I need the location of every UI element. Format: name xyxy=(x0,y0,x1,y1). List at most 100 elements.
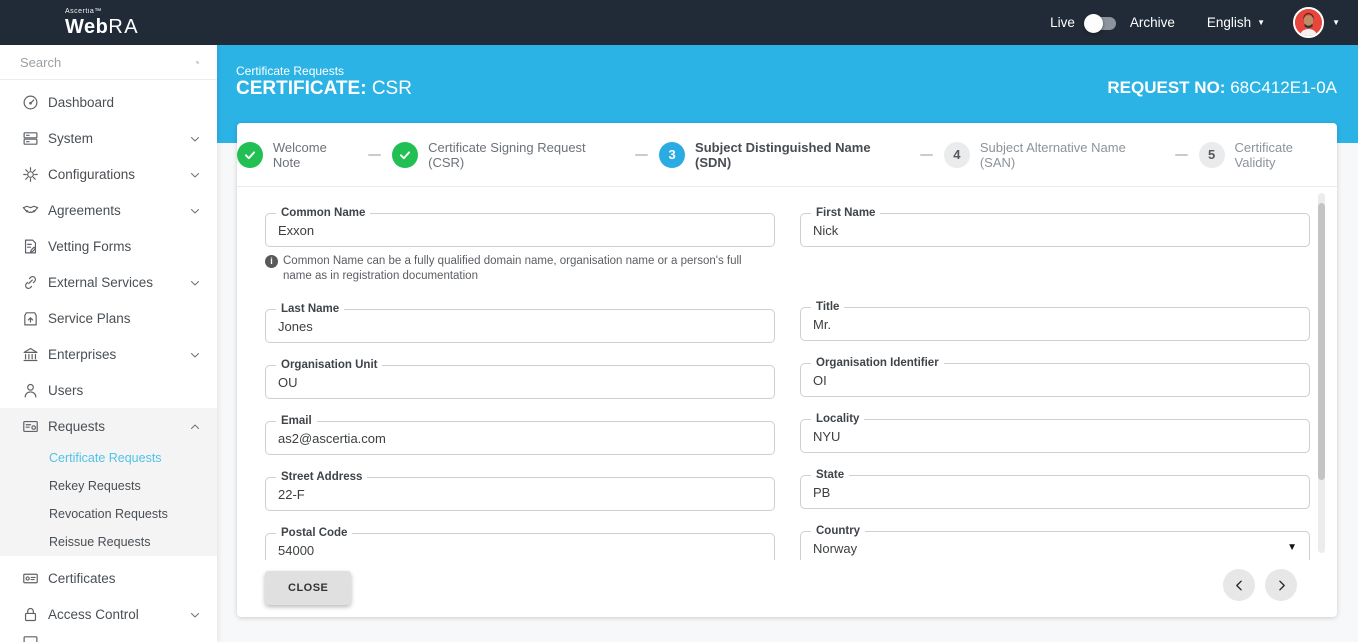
field-label: Email xyxy=(276,414,317,428)
field-label: Street Address xyxy=(276,470,367,484)
sidebar-item-clipped xyxy=(0,634,217,642)
sidebar-item-label: Agreements xyxy=(48,203,121,218)
country-input[interactable] xyxy=(801,532,1309,560)
step-csr[interactable]: Certificate Signing Request (CSR) xyxy=(392,140,624,170)
step-label: Welcome Note xyxy=(273,140,358,170)
sidebar-item-label: Access Control xyxy=(48,607,139,622)
organisation-unit-field[interactable]: Organisation Unit xyxy=(265,365,775,399)
locality-field[interactable]: Locality xyxy=(800,419,1310,453)
sidebar-item-users[interactable]: Users xyxy=(0,372,217,408)
sidebar-item-requests[interactable]: Requests xyxy=(0,408,217,444)
step-welcome-note[interactable]: Welcome Note xyxy=(237,140,357,170)
field-label: First Name xyxy=(811,206,880,220)
sidebar-item-external-services[interactable]: External Services xyxy=(0,264,217,300)
email-input[interactable] xyxy=(266,422,774,454)
common-name-field[interactable]: Common Name xyxy=(265,213,775,247)
avatar-illustration xyxy=(1295,9,1322,36)
user-menu[interactable]: ▼ xyxy=(1293,7,1340,38)
sidebar-item-enterprises[interactable]: Enterprises xyxy=(0,336,217,372)
page-title-value: CSR xyxy=(372,78,412,99)
chevron-left-icon xyxy=(1233,579,1246,592)
toggle-knob[interactable] xyxy=(1084,14,1103,33)
organisation-identifier-field[interactable]: Organisation Identifier xyxy=(800,363,1310,397)
sidebar-item-label: Configurations xyxy=(48,167,135,182)
lock-icon xyxy=(22,606,39,623)
sidebar-item-label: Enterprises xyxy=(48,347,116,362)
sidebar-item-service-plans[interactable]: Service Plans xyxy=(0,300,217,336)
sidebar: Dashboard System Configurations Agreemen… xyxy=(0,45,217,642)
email-field[interactable]: Email xyxy=(265,421,775,455)
last-name-field[interactable]: Last Name xyxy=(265,309,775,343)
request-number-value: 68C412E1-0A xyxy=(1230,78,1337,97)
step-number: 3 xyxy=(659,142,685,168)
search-input[interactable] xyxy=(20,55,196,70)
sidebar-item-configurations[interactable]: Configurations xyxy=(0,156,217,192)
step-validity[interactable]: 5 Certificate Validity xyxy=(1199,140,1337,170)
title-input[interactable] xyxy=(801,308,1309,340)
sidebar-nav: Dashboard System Configurations Agreemen… xyxy=(0,80,217,632)
sidebar-item-vetting-forms[interactable]: Vetting Forms xyxy=(0,228,217,264)
field-label: Title xyxy=(811,300,844,314)
first-name-field[interactable]: First Name xyxy=(800,213,1310,247)
sidebar-item-dashboard[interactable]: Dashboard xyxy=(0,84,217,120)
live-archive-toggle[interactable] xyxy=(1084,13,1118,33)
sidebar-subitem-certificate-requests[interactable]: Certificate Requests xyxy=(0,444,217,472)
requests-group: Requests Certificate Requests Rekey Requ… xyxy=(0,408,217,556)
sidebar-item-system[interactable]: System xyxy=(0,120,217,156)
step-connector xyxy=(920,154,933,156)
document-icon xyxy=(22,238,39,255)
sidebar-search[interactable] xyxy=(0,45,217,80)
link-icon xyxy=(22,274,39,291)
subitem-label: Revocation Requests xyxy=(49,507,168,521)
page-title: CERTIFICATE: CSR xyxy=(236,78,412,100)
step-san[interactable]: 4 Subject Alternative Name (SAN) xyxy=(944,140,1164,170)
step-connector xyxy=(635,154,648,156)
language-dropdown[interactable]: English ▼ xyxy=(1207,15,1265,30)
subitem-label: Certificate Requests xyxy=(49,451,162,465)
field-label: Common Name xyxy=(276,206,370,220)
sidebar-item-label: System xyxy=(48,131,93,146)
info-icon: i xyxy=(265,255,278,268)
close-button[interactable]: CLOSE xyxy=(265,571,351,605)
chevron-up-icon xyxy=(189,420,201,432)
subitem-label: Rekey Requests xyxy=(49,479,141,493)
sidebar-item-label: Dashboard xyxy=(48,95,114,110)
brand-ascertia: Ascertia™ xyxy=(65,8,139,15)
postal-code-field[interactable]: Postal Code xyxy=(265,533,775,560)
sidebar-item-access-control[interactable]: Access Control xyxy=(0,596,217,632)
sidebar-subitem-revocation-requests[interactable]: Revocation Requests xyxy=(0,500,217,528)
country-select[interactable]: Country ▼ xyxy=(800,531,1310,560)
chevron-down-icon: ▼ xyxy=(1332,19,1340,27)
locality-input[interactable] xyxy=(801,420,1309,452)
title-field[interactable]: Title xyxy=(800,307,1310,341)
certificate-icon xyxy=(22,570,39,587)
sidebar-item-label: Users xyxy=(48,383,83,398)
live-label: Live xyxy=(1050,15,1075,30)
state-field[interactable]: State xyxy=(800,475,1310,509)
state-input[interactable] xyxy=(801,476,1309,508)
subitem-label: Reissue Requests xyxy=(49,535,150,549)
wizard-stepper: Welcome Note Certificate Signing Request… xyxy=(237,123,1337,187)
sidebar-subitem-reissue-requests[interactable]: Reissue Requests xyxy=(0,528,217,556)
scrollbar-thumb[interactable] xyxy=(1318,203,1325,480)
street-address-field[interactable]: Street Address xyxy=(265,477,775,511)
step-sdn[interactable]: 3 Subject Distinguished Name (SDN) xyxy=(659,140,909,170)
field-label: Locality xyxy=(811,412,864,426)
next-step-button[interactable] xyxy=(1265,569,1297,601)
request-number: REQUEST NO: 68C412E1-0A xyxy=(1107,78,1337,98)
sidebar-item-label: Vetting Forms xyxy=(48,239,131,254)
previous-step-button[interactable] xyxy=(1223,569,1255,601)
sidebar-item-certificates[interactable]: Certificates xyxy=(0,560,217,596)
page-title-label: CERTIFICATE: xyxy=(236,78,367,99)
sidebar-item-label: External Services xyxy=(48,275,153,290)
sidebar-subitem-rekey-requests[interactable]: Rekey Requests xyxy=(0,472,217,500)
sidebar-item-agreements[interactable]: Agreements xyxy=(0,192,217,228)
archive-label: Archive xyxy=(1130,15,1175,30)
language-value: English xyxy=(1207,15,1251,30)
chevron-down-icon xyxy=(189,276,201,288)
common-name-hint: i Common Name can be a fully qualified d… xyxy=(265,254,765,284)
search-icon[interactable] xyxy=(196,55,199,70)
avatar[interactable] xyxy=(1293,7,1324,38)
chevron-down-icon: ▼ xyxy=(1257,19,1265,27)
field-label: Postal Code xyxy=(276,526,352,540)
